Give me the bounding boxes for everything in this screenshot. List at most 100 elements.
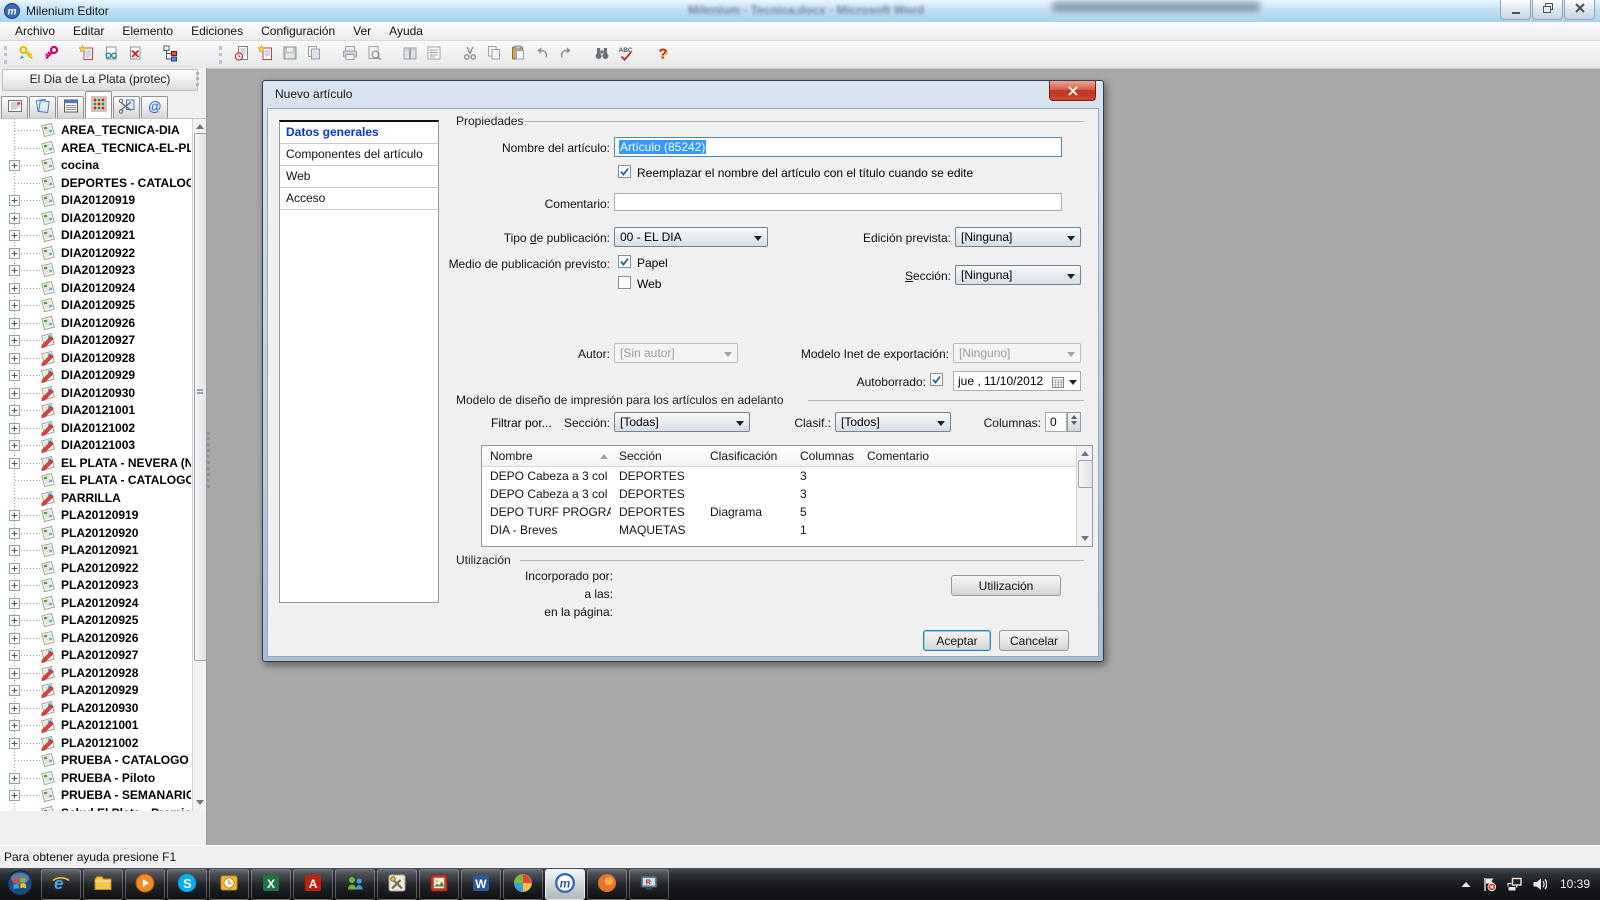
calendar-icon[interactable] [1052, 376, 1064, 391]
menu-item-archivo[interactable]: Archivo [6, 22, 64, 40]
taskbar-button-image-editor[interactable] [419, 869, 459, 900]
paste-button[interactable] [506, 43, 530, 67]
reemplazar-checkbox[interactable] [618, 165, 631, 178]
taskbar-button-firefox[interactable] [587, 869, 627, 900]
tree-expand-icon[interactable] [9, 300, 20, 314]
tree-expand-icon[interactable] [9, 195, 20, 209]
tree-item-pla20120922[interactable]: PLA20120922 [0, 559, 206, 577]
tree-item-pla20121001[interactable]: PLA20121001 [0, 716, 206, 734]
tree-expand-icon[interactable] [9, 440, 20, 454]
grid-tab-tab[interactable] [85, 91, 112, 118]
book-button[interactable] [398, 43, 422, 67]
taskbar-button-internet-explorer[interactable]: e [41, 869, 81, 900]
tree-item-dia20121003[interactable]: DIA20121003 [0, 436, 206, 454]
start-button[interactable] [3, 869, 37, 899]
dialog-nav-componentes-del-art-culo[interactable]: Componentes del artículo [280, 144, 438, 166]
toolbar-grip-icon[interactable] [4, 46, 10, 64]
tree-item-pla20120919[interactable]: PLA20120919 [0, 506, 206, 524]
tree-item-pla20120925[interactable]: PLA20120925 [0, 611, 206, 629]
network-icon[interactable] [1506, 876, 1522, 892]
key-button[interactable] [39, 43, 63, 67]
nombre-input[interactable]: Artículo (85242) [614, 137, 1062, 157]
cut-button[interactable] [458, 43, 482, 67]
edicion-prevista-select[interactable]: [Ninguna] [955, 227, 1081, 247]
table-row[interactable]: DEPO Cabeza a 3 col falsa y cu...DEPORTE… [482, 485, 1077, 503]
tree-expand-icon[interactable] [9, 790, 20, 804]
tree-expand-icon[interactable] [9, 335, 20, 349]
tree-expand-icon[interactable] [9, 230, 20, 244]
undo-button[interactable] [530, 43, 554, 67]
aceptar-button[interactable]: Aceptar [923, 630, 991, 651]
dialog-nav-web[interactable]: Web [280, 166, 438, 188]
tree-item-pla20120921[interactable]: PLA20120921 [0, 541, 206, 559]
doc-properties-button[interactable] [230, 43, 254, 67]
tree-expand-icon[interactable] [9, 650, 20, 664]
table-row[interactable]: DIA - BrevesMAQUETAS1 [482, 521, 1077, 539]
tree-expand-icon[interactable] [9, 773, 20, 787]
layout-cut-tab-tab[interactable] [113, 96, 140, 118]
taskbar-button-excel[interactable]: X [251, 869, 291, 900]
table-header-columnas[interactable]: Columnas [800, 449, 854, 463]
tree-item-pla20120930[interactable]: PLA20120930 [0, 699, 206, 717]
clasif-select[interactable]: [Todos] [835, 412, 951, 432]
chevron-down-icon[interactable] [1069, 380, 1077, 385]
tree-item-prueba-semanarios[interactable]: PRUEBA - SEMANARIOS [0, 786, 206, 804]
tree-expand-icon[interactable] [9, 510, 20, 524]
tree-item-pla20120928[interactable]: PLA20120928 [0, 664, 206, 682]
tipo-publicacion-select[interactable]: 00 - EL DIA [614, 227, 768, 247]
panel-grip-icon[interactable] [196, 72, 203, 86]
taskbar-button-adobe-reader[interactable]: A [293, 869, 333, 900]
papel-checkbox[interactable] [618, 255, 631, 268]
taskbar-button-milenium[interactable]: m [545, 869, 585, 900]
find-button[interactable] [590, 43, 614, 67]
window-titlebar[interactable]: m Milenium Editor Milenium - Tecnica.doc… [0, 0, 1600, 23]
tree-item-parrilla[interactable]: PARRILLA [0, 489, 206, 507]
columnas-input[interactable]: 0 [1045, 412, 1067, 432]
tree-item-dia20120920[interactable]: DIA20120920 [0, 209, 206, 227]
tree-item-pla20120926[interactable]: PLA20120926 [0, 629, 206, 647]
menu-item-ver[interactable]: Ver [344, 22, 380, 40]
tree-expand-icon[interactable] [9, 738, 20, 752]
tree-expand-icon[interactable] [9, 720, 20, 734]
tree-expand-icon[interactable] [9, 685, 20, 699]
table-row[interactable]: DEPO Cabeza a 3 col falsaDEPORTES3 [482, 467, 1077, 485]
doc-new2-button[interactable] [254, 43, 278, 67]
tree-expand-icon[interactable] [9, 265, 20, 279]
tree-item-dia20120919[interactable]: DIA20120919 [0, 191, 206, 209]
tree-expand-icon[interactable] [9, 318, 20, 332]
news-doc-tab-tab[interactable] [1, 96, 28, 118]
tree-expand-icon[interactable] [9, 423, 20, 437]
tree-vertical-scrollbar[interactable] [192, 119, 206, 811]
autoborrado-checkbox[interactable] [930, 373, 943, 386]
tree-expand-icon[interactable] [9, 388, 20, 402]
tree-item-dia20121001[interactable]: DIA20121001 [0, 401, 206, 419]
tree-expand-icon[interactable] [9, 160, 20, 174]
doc-new-button[interactable] [75, 43, 99, 67]
redo-button[interactable] [554, 43, 578, 67]
tree-item-el-plata-nevera-n[interactable]: EL PLATA - NEVERA (N [0, 454, 206, 472]
spin-up-icon[interactable] [1071, 415, 1077, 419]
taskbar-button-admin-tools[interactable] [377, 869, 417, 900]
list-view-button[interactable] [422, 43, 446, 67]
scroll-down-icon[interactable] [1081, 536, 1089, 541]
cancelar-button[interactable]: Cancelar [999, 630, 1069, 651]
tree-item-dia20121002[interactable]: DIA20121002 [0, 419, 206, 437]
tree-item-pla20121002[interactable]: PLA20121002 [0, 734, 206, 752]
table-header-clasificaci-n[interactable]: Clasificación [710, 449, 777, 463]
tree-item-dia20120926[interactable]: DIA20120926 [0, 314, 206, 332]
tree-expand-icon[interactable] [9, 283, 20, 297]
tree-item-dia20120924[interactable]: DIA20120924 [0, 279, 206, 297]
tree-item-area-tecnica-dia[interactable]: AREA_TECNICA-DIA [0, 121, 206, 139]
tree-expand-icon[interactable] [9, 213, 20, 227]
tree-item-prueba-catalogo[interactable]: PRUEBA - CATALOGO [0, 751, 206, 769]
doc-delete-button[interactable] [123, 43, 147, 67]
taskbar-clock[interactable]: 10:39 [1560, 877, 1590, 891]
tree-expand-icon[interactable] [9, 370, 20, 384]
tree-item-el-plata-catalogo[interactable]: EL PLATA - CATALOGO [0, 471, 206, 489]
taskbar-button-word[interactable]: W [461, 869, 501, 900]
spin-down-icon[interactable] [1071, 421, 1077, 425]
tree-item-cocina[interactable]: cocina [0, 156, 206, 174]
tree-expand-icon[interactable] [9, 633, 20, 647]
tree-item-salud-el-plata-premios[interactable]: Salud El Plata - Premios [0, 804, 206, 812]
doc-glasses-button[interactable] [99, 43, 123, 67]
